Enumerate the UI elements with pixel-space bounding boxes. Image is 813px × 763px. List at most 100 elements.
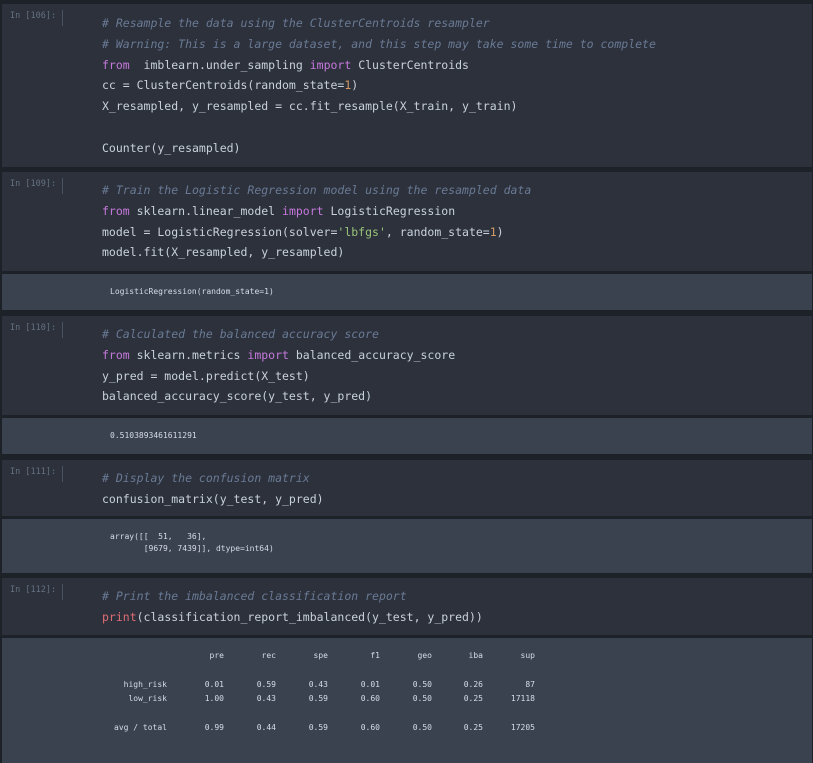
code-input[interactable]: In [111]: # Display the confusion matrix… (2, 460, 812, 516)
code-line: from imblearn.under_sampling import Clus… (102, 55, 656, 76)
code-token: # Train the Logistic Regression model us… (102, 183, 532, 197)
code-token: print (102, 609, 137, 624)
report-cell: 0.43 (256, 694, 276, 703)
report-cell: 0.01 (360, 680, 380, 689)
code-token: import (282, 203, 324, 218)
output-text: LogisticRegression(random_state=1) (110, 287, 274, 296)
code-token: model.fit(X_resampled, y_resampled) (102, 245, 345, 260)
cell-111[interactable]: In [111]: # Display the confusion matrix… (2, 460, 812, 573)
code-line: y_pred = model.predict(X_test) (102, 366, 455, 387)
code-input[interactable]: In [110]: # Calculated the balanced accu… (2, 316, 812, 415)
code-token: imblearn.under_sampling (129, 57, 310, 72)
code-line: from sklearn.linear_model import Logisti… (102, 201, 531, 222)
code-token: LogisticRegression (323, 203, 456, 218)
code-token: # Warning: This is a large dataset, and … (102, 36, 656, 51)
cell-109[interactable]: In [109]: # Train the Logistic Regressio… (2, 172, 812, 310)
report-cell: 0.50 (412, 723, 432, 732)
code-line: # Warning: This is a large dataset, and … (102, 34, 656, 55)
code-token: Counter(y_resampled) (102, 140, 241, 155)
code-token: sklearn.linear_model (129, 203, 283, 218)
report-row-label: avg / total (114, 723, 167, 732)
code-line: X_resampled, y_resampled = cc.fit_resamp… (102, 96, 656, 117)
code-token: from (102, 57, 130, 72)
report-cell: 0.26 (463, 680, 483, 689)
code-line: Counter(y_resampled) (102, 138, 656, 159)
code-input[interactable]: In [112]: # Print the imbalanced classif… (2, 578, 812, 635)
report-cell: 0.99 (204, 723, 224, 732)
cell-output: pre rec spe f1 geo iba sup high_risk 0.01 0.59 0.4… (2, 638, 812, 763)
code-token: # Resample the data using the ClusterCen… (102, 16, 490, 30)
code-token: balanced_accuracy_score(y_test, y_pred) (102, 389, 373, 404)
code-input[interactable]: In [106]: # Resample the data using the … (2, 4, 812, 167)
code-line: model.fit(X_resampled, y_resampled) (102, 242, 531, 263)
code-line: model = LogisticRegression(solver='lbfgs… (102, 222, 531, 243)
code-token: # Calculated the balanced accuracy score (102, 327, 379, 341)
report-cell: 0.50 (412, 694, 432, 703)
cell-prompt: In [112]: (10, 584, 64, 600)
code-token: (classification_report_imbalanced(y_test… (136, 609, 483, 624)
report-cell: 1.00 (204, 694, 224, 703)
cell-prompt: In [109]: (10, 178, 64, 194)
code-token: ClusterCentroids (351, 57, 469, 72)
code-token: from (102, 347, 130, 362)
code-token: X_resampled, y_resampled = cc.fit_resamp… (102, 99, 518, 114)
report-cell: 0.59 (308, 723, 328, 732)
report-row-label: low_risk (128, 694, 167, 703)
report-header: pre (209, 651, 224, 660)
cell-output: 0.5103893461611291 (2, 418, 812, 454)
report-cell: 17118 (510, 694, 535, 703)
output-text: array([[ 51, 36], [9679, 7439]], dtype=i… (110, 532, 274, 553)
cell-prompt: In [106]: (10, 10, 64, 26)
cell-110[interactable]: In [110]: # Calculated the balanced accu… (2, 316, 812, 454)
code-line: from sklearn.metrics import balanced_acc… (102, 345, 455, 366)
report-cell: 0.01 (204, 680, 224, 689)
code-token: # Print the imbalanced classification re… (102, 589, 407, 603)
cell-output: LogisticRegression(random_state=1) (2, 274, 812, 310)
report-cell: 17205 (510, 723, 535, 732)
report-header: rec (261, 651, 276, 660)
report-cell: 0.25 (463, 723, 483, 732)
report-cell: 87 (525, 680, 535, 689)
code-editor[interactable]: # Resample the data using the ClusterCen… (102, 13, 656, 159)
report-header: f1 (370, 651, 380, 660)
report-header: sup (520, 651, 535, 660)
code-line: # Print the imbalanced classification re… (102, 586, 483, 607)
report-header: geo (417, 651, 432, 660)
code-line: balanced_accuracy_score(y_test, y_pred) (102, 386, 455, 407)
code-token: y_pred = model.predict(X_test) (102, 368, 310, 383)
code-line: # Train the Logistic Regression model us… (102, 180, 531, 201)
cell-prompt: In [110]: (10, 322, 64, 338)
code-token: , random_state= (385, 224, 490, 239)
report-header: spe (313, 651, 328, 660)
report-cell: 0.25 (463, 694, 483, 703)
report-cell: 0.59 (308, 694, 328, 703)
code-token: model = LogisticRegression(solver= (102, 224, 338, 239)
report-header: iba (468, 651, 483, 660)
report-cell: 0.43 (308, 680, 328, 689)
code-token: from (102, 203, 130, 218)
code-token: 1 (489, 224, 497, 239)
cell-112[interactable]: In [112]: # Print the imbalanced classif… (2, 578, 812, 763)
code-token: ) (496, 224, 504, 239)
report-row-label: high_risk (123, 680, 167, 689)
code-token: 'lbfgs' (337, 224, 386, 239)
code-input[interactable]: In [109]: # Train the Logistic Regressio… (2, 172, 812, 271)
code-token: cc = ClusterCentroids(random_state= (102, 78, 345, 93)
output-text: 0.5103893461611291 (110, 431, 197, 440)
report-cell: 0.60 (360, 694, 380, 703)
report-cell: 0.50 (412, 680, 432, 689)
code-editor[interactable]: # Train the Logistic Regression model us… (102, 180, 531, 263)
code-editor[interactable]: # Display the confusion matrix confusion_… (102, 468, 324, 510)
code-token: sklearn.metrics (129, 347, 248, 362)
cell-106[interactable]: In [106]: # Resample the data using the … (2, 4, 812, 167)
code-line: # Calculated the balanced accuracy score (102, 324, 455, 345)
code-token: # Display the confusion matrix (102, 471, 310, 485)
code-editor[interactable]: # Print the imbalanced classification re… (102, 586, 483, 628)
code-line: # Display the confusion matrix (102, 468, 324, 489)
code-editor[interactable]: # Calculated the balanced accuracy score… (102, 324, 455, 407)
report-cell: 0.59 (256, 680, 276, 689)
report-cell: 0.44 (256, 723, 276, 732)
code-token: ) (351, 78, 359, 93)
code-token: import (247, 347, 289, 362)
